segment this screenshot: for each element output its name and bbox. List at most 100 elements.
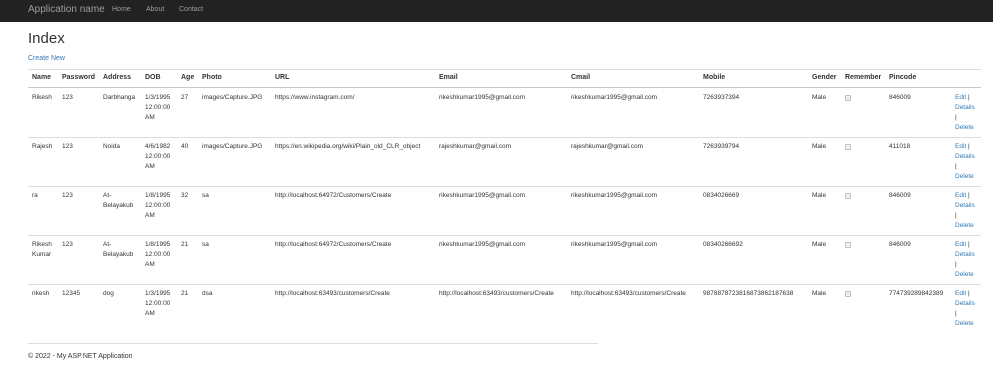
action-separator: | <box>955 212 957 219</box>
cell-dob-time: 12:00:00 <box>145 202 171 209</box>
nav-link-about[interactable]: About <box>146 6 164 13</box>
details-link[interactable]: Details <box>955 250 975 260</box>
edit-link[interactable]: Edit <box>955 241 966 248</box>
cell-age: 27 <box>181 94 189 101</box>
edit-link[interactable]: Edit <box>955 143 966 150</box>
cell-dob-date: 4/6/1982 <box>145 143 171 150</box>
cell-photo: images/Capture.JPG <box>202 143 263 150</box>
header-email: Email <box>439 74 458 81</box>
footer-text: © 2022 - My ASP.NET Application <box>28 353 133 360</box>
edit-link[interactable]: Edit <box>955 192 966 199</box>
nav-link-home[interactable]: Home <box>112 6 131 13</box>
edit-link[interactable]: Edit <box>955 290 966 297</box>
cell-url: http://localhost:64972/Customers/Create <box>275 241 392 248</box>
cell-address-line2: Belayakub <box>103 251 134 258</box>
delete-link[interactable]: Delete <box>955 221 975 231</box>
nav-link-contact[interactable]: Contact <box>179 6 203 13</box>
action-separator: | <box>955 114 957 121</box>
delete-link[interactable]: Delete <box>955 270 975 280</box>
header-pincode: Pincode <box>889 74 917 81</box>
cell-photo: images/Capture.JPG <box>202 94 263 101</box>
header-remember: Remember <box>845 74 882 81</box>
cell-address-line1: At- <box>103 241 112 248</box>
cell-url: https://www.instagram.com/ <box>275 94 355 101</box>
cell-address: Darbhanga <box>103 94 136 101</box>
remember-checkbox[interactable] <box>845 95 851 101</box>
remember-checkbox[interactable] <box>845 242 851 248</box>
header-photo: Photo <box>202 74 222 81</box>
remember-checkbox[interactable] <box>845 291 851 297</box>
edit-link[interactable]: Edit <box>955 94 966 101</box>
cell-mobile: 9878878723816873862187638 <box>703 290 794 297</box>
header-address: Address <box>103 74 132 81</box>
cell-password: 123 <box>62 241 73 248</box>
row-divider <box>28 137 981 138</box>
table-top-border <box>28 69 981 70</box>
cell-address: dog <box>103 290 114 297</box>
details-link[interactable]: Details <box>955 299 975 309</box>
cell-pincode: 411018 <box>889 143 911 150</box>
cell-dob-date: 1/3/1995 <box>145 94 171 101</box>
action-separator: | <box>968 192 970 199</box>
row-divider <box>28 186 981 187</box>
cell-url: http://localhost:63493/customers/Create <box>275 290 390 297</box>
delete-link[interactable]: Delete <box>955 123 975 133</box>
cell-dob-ampm: AM <box>145 212 155 219</box>
cell-mobile: 7263939794 <box>703 143 740 150</box>
brand-link[interactable]: Application name <box>28 4 105 15</box>
cell-dob-time: 12:00:00 <box>145 251 171 258</box>
header-mobile: Mobile <box>703 74 726 81</box>
cell-dob-ampm: AM <box>145 163 155 170</box>
row-actions: Edit | Details | Delete <box>955 289 975 329</box>
create-new-link[interactable]: Create New <box>28 55 65 62</box>
row-divider <box>28 235 981 236</box>
delete-link[interactable]: Delete <box>955 172 975 182</box>
header-url: URL <box>275 74 290 81</box>
cell-password: 123 <box>62 143 73 150</box>
cell-name: ra <box>32 192 38 199</box>
header-gender: Gender <box>812 74 837 81</box>
cell-photo: sa <box>202 241 209 248</box>
cell-cmail: http://localhost:63493/customers/Create <box>571 290 686 297</box>
details-link[interactable]: Details <box>955 201 975 211</box>
cell-cmail: rikeshkumar1995@gmail.com <box>571 94 658 101</box>
cell-dob-ampm: AM <box>145 114 155 121</box>
delete-link[interactable]: Delete <box>955 319 975 329</box>
action-separator: | <box>968 94 970 101</box>
top-navbar: Application name Home About Contact <box>0 0 993 22</box>
action-separator: | <box>968 241 970 248</box>
cell-cmail: rikeshkumar1995@gmail.com <box>571 192 658 199</box>
cell-url: https://en.wikipedia.org/wiki/Plain_old_… <box>275 143 421 150</box>
cell-dob-time: 12:00:00 <box>145 104 171 111</box>
action-separator: | <box>955 261 957 268</box>
cell-photo: dsa <box>202 290 213 297</box>
page-title: Index <box>28 30 65 47</box>
cell-pincode: 846009 <box>889 94 911 101</box>
cell-dob-date: 1/8/1995 <box>145 241 171 248</box>
cell-mobile: 08340266692 <box>703 241 743 248</box>
cell-name: Rajesh <box>32 143 53 150</box>
remember-checkbox[interactable] <box>845 144 851 150</box>
cell-gender: Male <box>812 290 827 297</box>
cell-name-line2: Kumar <box>32 251 52 258</box>
cell-name: rikesh <box>32 290 50 297</box>
cell-mobile: 7263937394 <box>703 94 740 101</box>
cell-gender: Male <box>812 143 827 150</box>
details-link[interactable]: Details <box>955 103 975 113</box>
cell-age: 21 <box>181 290 189 297</box>
row-actions: Edit | Details | Delete <box>955 240 975 280</box>
cell-password: 123 <box>62 94 73 101</box>
header-cmail: Cmail <box>571 74 591 81</box>
cell-email: rikeshkumar1995@gmail.com <box>439 192 526 199</box>
cell-age: 21 <box>181 241 189 248</box>
cell-dob-date: 1/8/1995 <box>145 192 171 199</box>
cell-cmail: rikeshkumar1995@gmail.com <box>571 241 658 248</box>
details-link[interactable]: Details <box>955 152 975 162</box>
cell-address-line1: At- <box>103 192 112 199</box>
cell-cmail: rajeshkumar@gmail.com <box>571 143 643 150</box>
action-separator: | <box>968 290 970 297</box>
action-separator: | <box>955 163 957 170</box>
footer-divider <box>28 343 598 344</box>
remember-checkbox[interactable] <box>845 193 851 199</box>
cell-age: 40 <box>181 143 189 150</box>
